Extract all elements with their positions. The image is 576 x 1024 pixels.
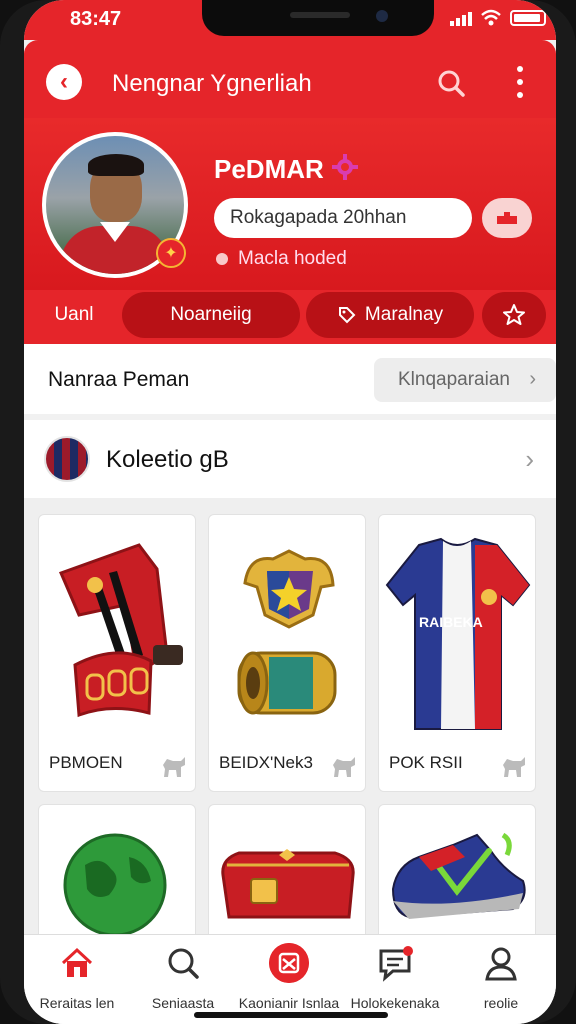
tab-3[interactable]: Maralnay [306,292,474,338]
item-grid: PBMOEN BEIDX'Nek3 RAIBEKA POK RSII [24,498,556,944]
bottom-navigation: Reraitas len Seniaasta Kaonianir Isnlaa … [24,934,556,1024]
primary-section-button[interactable]: Klnqaparaian › [374,358,556,402]
item-card[interactable] [378,804,536,944]
pouch-icon [221,849,355,919]
tab-star[interactable] [482,292,546,338]
nav-messages[interactable]: Holokekenaka [342,943,448,1023]
nav-center-label: Kaonianir Isnlaa [238,995,340,1011]
chevron-right-icon: › [529,368,536,390]
scarf-icon [58,543,183,718]
tab-bar: Uanl Noarneiig Maralnay [24,290,556,344]
gear-icon[interactable] [332,154,358,180]
home-icon [61,947,93,977]
profile-input-value: Rokagapada 20hhan [230,207,407,228]
page-title: Nengnar Ygnerliah [112,70,312,97]
center-action-icon [269,943,309,983]
profile-status-text: Macla hoded [238,248,347,269]
primary-section: Nanraa Peman Klnqaparaian › [24,344,556,414]
collection-header[interactable]: Koleetio gB › [24,420,556,498]
tab-2-label: Noarneiig [170,304,252,325]
battery-icon [510,10,546,26]
profile-action-button[interactable] [482,198,532,238]
dog-icon [163,757,185,777]
primary-section-button-label: Klnqaparaian [398,369,510,390]
tab-3-label: Maralnay [364,304,444,325]
avatar-badge-icon: ✦ [156,238,186,268]
nav-center-action[interactable]: Kaonianir Isnlaa [236,943,342,1023]
profile-icon [485,947,517,981]
more-options-icon[interactable] [514,66,526,98]
home-indicator[interactable] [194,1012,388,1018]
jersey-icon: RAIBEKA [385,537,531,730]
profile-section: ✦ PeDMAR Rokagapada 20hhan Macla hoded [24,118,556,290]
jersey-text: RAIBEKA [419,614,483,630]
dog-icon [503,757,525,777]
item-card[interactable]: BEIDX'Nek3 [208,514,366,792]
crest-and-barrel-icon [237,549,337,715]
football-boot-icon [391,832,526,919]
star-icon [503,304,525,325]
globe-icon [63,833,167,937]
profile-name: PeDMAR [214,154,324,184]
collection-title: Koleetio gB [106,446,229,473]
screen: 83:47 ‹ Nengnar Ygnerliah ✦ PeDMAR Rokag… [24,0,556,1024]
item-card[interactable] [38,804,196,944]
phone-frame: 83:47 ‹ Nengnar Ygnerliah ✦ PeDMAR Rokag… [0,0,576,1024]
tag-icon [338,307,356,324]
nav-search-label: Seniaasta [151,995,215,1011]
item-name: BEIDX'Nek3 [219,753,313,772]
tab-1-label: Uanl [54,304,94,325]
wifi-icon [481,9,501,26]
puzzle-icon [497,212,517,224]
notch [202,0,434,36]
item-card[interactable]: RAIBEKA POK RSII [378,514,536,792]
back-button[interactable]: ‹ [46,64,82,100]
nav-home[interactable]: Reraitas len [24,943,130,1023]
tab-1[interactable]: Uanl [34,292,114,338]
dog-icon [333,757,355,777]
tab-2[interactable]: Noarneiig [122,292,300,338]
nav-home-label: Reraitas len [39,995,115,1011]
app-header: ‹ Nengnar Ygnerliah [24,40,556,118]
nav-profile[interactable]: reolie [448,943,554,1023]
search-icon[interactable] [436,68,466,98]
primary-section-label: Nanraa Peman [48,368,190,391]
item-name: PBMOEN [49,753,123,772]
item-card[interactable]: PBMOEN [38,514,196,792]
nav-profile-label: reolie [483,995,519,1011]
nav-messages-label: Holokekenaka [350,995,440,1011]
status-dot-icon [216,253,228,265]
profile-input-field[interactable]: Rokagapada 20hhan [214,198,472,238]
search-icon [168,948,199,979]
chevron-right-icon: › [525,444,534,474]
item-card[interactable] [208,804,366,944]
item-name: POK RSII [389,753,463,772]
status-time: 83:47 [70,8,122,30]
chat-icon [379,946,413,982]
profile-status: Macla hoded [216,248,347,270]
nav-search[interactable]: Seniaasta [130,943,236,1023]
club-crest-icon [44,436,90,482]
signal-icon [450,10,472,26]
